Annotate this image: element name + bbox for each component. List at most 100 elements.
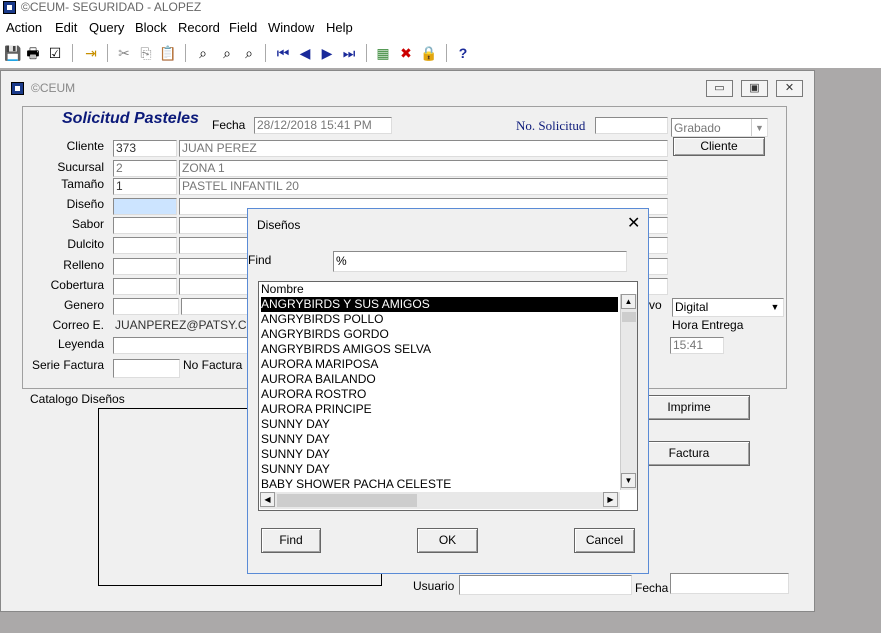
hora-entrega-field[interactable]: 15:41 — [670, 337, 724, 354]
scroll-up-icon[interactable]: ▲ — [621, 294, 636, 309]
serie-factura-field[interactable] — [113, 359, 180, 378]
dialog-title: Diseños — [257, 218, 301, 232]
list-item[interactable]: ANGRYBIRDS GORDO — [261, 327, 389, 342]
no-solicitud-label: No. Solicitud — [516, 118, 586, 133]
first-record-icon[interactable]: ⏮ — [274, 44, 292, 62]
cliente-code-field[interactable]: 373 — [113, 140, 177, 157]
menu-query[interactable]: Query — [89, 20, 124, 35]
find-button[interactable]: Find — [261, 528, 321, 553]
query-enter-icon[interactable]: ⌕ — [194, 44, 212, 62]
diseno-code-field[interactable] — [113, 198, 177, 215]
menu-block[interactable]: Block — [135, 20, 167, 35]
vertical-scroll-thumb[interactable] — [622, 312, 636, 322]
query-cancel-icon[interactable]: ⌕ — [240, 44, 258, 62]
list-item[interactable]: AURORA BAILANDO — [261, 372, 376, 387]
sabor-code-field[interactable] — [113, 217, 177, 234]
cobertura-label: Cobertura — [50, 278, 104, 292]
maximize-button[interactable]: ▣ — [741, 80, 768, 97]
dulcito-code-field[interactable] — [113, 237, 177, 254]
menu-help[interactable]: Help — [326, 20, 353, 35]
ok-button[interactable]: OK — [417, 528, 478, 553]
tipo-value: Digital — [675, 300, 709, 314]
scroll-down-icon[interactable]: ▼ — [621, 473, 636, 488]
sucursal-label: Sucursal — [57, 160, 104, 174]
find-label: Find — [248, 253, 272, 267]
fecha-field[interactable]: 28/12/2018 15:41 PM — [254, 117, 392, 134]
vertical-scrollbar[interactable]: ▲ ▼ — [620, 294, 637, 490]
relleno-code-field[interactable] — [113, 258, 177, 275]
serie-factura-label: Serie Factura — [31, 358, 104, 372]
genero-label: Genero — [63, 298, 104, 312]
list-item[interactable]: SUNNY DAY — [261, 432, 330, 447]
close-window-button[interactable]: ✕ — [776, 80, 803, 97]
scroll-right-icon[interactable]: ▶ — [603, 492, 618, 507]
help-icon[interactable]: ? — [454, 44, 472, 62]
list-item[interactable]: AURORA ROSTRO — [261, 387, 366, 402]
hora-entrega-label: Hora Entrega — [672, 318, 744, 332]
chevron-down-icon[interactable]: ▼ — [767, 299, 783, 316]
close-icon[interactable]: ✕ — [627, 213, 640, 233]
cut-icon[interactable]: ✂ — [115, 44, 133, 62]
previous-record-icon[interactable]: ◀ — [296, 44, 314, 62]
chevron-down-icon[interactable]: ▼ — [751, 119, 767, 136]
exit-icon[interactable]: ⇥ — [82, 44, 100, 62]
lock-record-icon[interactable]: 🔒 — [420, 44, 438, 62]
genero-code-field[interactable] — [113, 298, 179, 315]
bottom-fecha-label: Fecha — [635, 581, 669, 595]
horizontal-scrollbar[interactable]: ◀ ▶ — [260, 492, 620, 509]
delete-record-icon[interactable]: ✖ — [397, 44, 415, 62]
status-value: Grabado — [674, 121, 721, 135]
no-factura-label: No Factura — [183, 358, 243, 372]
list-header-nombre: Nombre — [261, 282, 304, 296]
paste-icon[interactable]: 📋 — [159, 44, 177, 62]
tamano-name-field: PASTEL INFANTIL 20 — [179, 178, 668, 195]
no-solicitud-field[interactable] — [595, 117, 668, 134]
cancel-button[interactable]: Cancel — [574, 528, 635, 553]
save-icon[interactable]: 💾 — [4, 44, 22, 62]
tamano-code-field[interactable]: 1 — [113, 178, 177, 195]
correo-label: Correo E. — [52, 318, 104, 332]
list-item[interactable]: ANGRYBIRDS Y SUS AMIGOS — [261, 297, 618, 312]
menu-edit[interactable]: Edit — [55, 20, 77, 35]
tipo-select[interactable]: Digital ▼ — [672, 298, 784, 317]
list-item[interactable]: SUNNY DAY — [261, 417, 330, 432]
list-item[interactable]: BABY SHOWER PACHA CELESTE — [261, 477, 451, 492]
usuario-label: Usuario — [413, 579, 455, 593]
dulcito-label: Dulcito — [67, 237, 104, 251]
last-record-icon[interactable]: ⏭ — [340, 44, 358, 62]
menu-field[interactable]: Field — [229, 20, 257, 35]
insert-record-icon[interactable]: ▦ — [374, 44, 392, 62]
list-item[interactable]: SUNNY DAY — [261, 462, 330, 477]
copy-icon[interactable]: ⎘ — [137, 44, 155, 62]
app-title-bar: ©CEUM- SEGURIDAD - ALOPEZ — [0, 0, 881, 17]
sucursal-code-field[interactable]: 2 — [113, 160, 177, 177]
cliente-button[interactable]: Cliente — [673, 137, 765, 156]
tamano-label: Tamaño — [61, 177, 104, 191]
bottom-fecha-field[interactable] — [670, 573, 789, 594]
status-select[interactable]: Grabado ▼ — [671, 118, 768, 137]
cobertura-code-field[interactable] — [113, 278, 177, 295]
list-item[interactable]: SUNNY DAY — [261, 447, 330, 462]
menu-window[interactable]: Window — [268, 20, 314, 35]
disenos-list: Nombre ANGRYBIRDS Y SUS AMIGOS ANGRYBIRD… — [258, 281, 638, 511]
query-execute-icon[interactable]: ⌕ — [218, 44, 236, 62]
horizontal-scroll-thumb[interactable] — [277, 494, 417, 507]
menu-bar: Action Edit Query Block Record Field Win… — [0, 18, 881, 38]
menu-action[interactable]: Action — [6, 20, 42, 35]
checklist-icon[interactable]: ☑ — [46, 44, 64, 62]
print-icon[interactable]: 🖶 — [24, 44, 42, 62]
catalogo-label: Catalogo Diseños — [30, 392, 125, 406]
menu-record[interactable]: Record — [178, 20, 220, 35]
diseno-label: Diseño — [66, 197, 104, 211]
usuario-field[interactable] — [459, 575, 632, 595]
list-item[interactable]: ANGRYBIRDS AMIGOS SELVA — [261, 342, 431, 357]
sabor-label: Sabor — [71, 217, 104, 231]
ceum-window-title-bar: ©CEUM ▭ ▣ ✕ — [1, 71, 814, 103]
list-item[interactable]: ANGRYBIRDS POLLO — [261, 312, 383, 327]
scroll-left-icon[interactable]: ◀ — [260, 492, 275, 507]
find-input[interactable]: % — [333, 251, 627, 272]
list-item[interactable]: AURORA MARIPOSA — [261, 357, 378, 372]
list-item[interactable]: AURORA PRINCIPE — [261, 402, 372, 417]
minimize-button[interactable]: ▭ — [706, 80, 733, 97]
next-record-icon[interactable]: ▶ — [318, 44, 336, 62]
